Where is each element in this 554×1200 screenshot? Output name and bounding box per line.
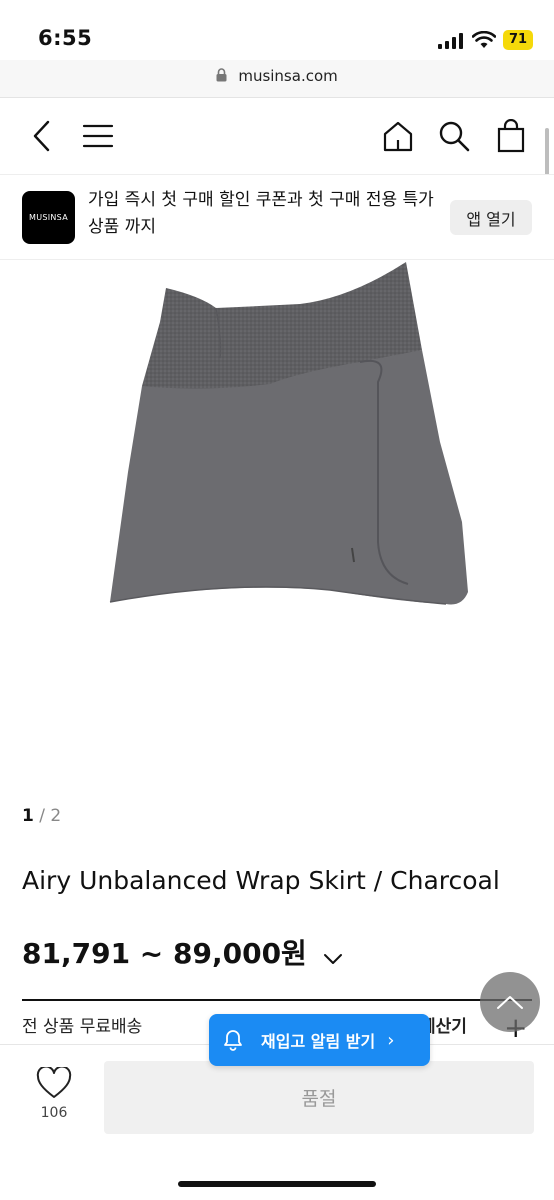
musinsa-logo: MUSINSA: [22, 191, 75, 244]
section-divider: [22, 999, 532, 1001]
status-bar: 6:55 71: [0, 0, 554, 60]
like-button[interactable]: 106: [34, 1065, 74, 1121]
bell-icon: [223, 1029, 243, 1051]
bottom-action-bar: 106 품절: [0, 1044, 554, 1200]
restock-alert-button[interactable]: 재입고 알림 받기 ›: [209, 1014, 430, 1066]
home-indicator: [178, 1181, 376, 1187]
app-install-banner: MUSINSA 가입 즉시 첫 구매 할인 쿠폰과 첫 구매 전용 특가 상품 …: [0, 174, 554, 260]
battery-indicator: 71: [503, 30, 533, 50]
product-price[interactable]: 81,791 ~ 89,000원: [22, 932, 343, 972]
site-header: [0, 98, 554, 174]
search-icon[interactable]: [436, 118, 472, 154]
open-app-button[interactable]: 앱 열기: [450, 200, 532, 235]
scroll-to-top-button[interactable]: [480, 972, 540, 1032]
chevron-down-icon[interactable]: [323, 939, 343, 972]
menu-icon[interactable]: [80, 118, 116, 154]
heart-icon: [36, 1065, 72, 1098]
browser-url-bar[interactable]: musinsa.com: [0, 60, 554, 98]
pager-current: 1: [22, 806, 34, 826]
chevron-right-icon: ›: [387, 1029, 395, 1051]
free-shipping-label: 전 상품 무료배송: [22, 1017, 143, 1037]
lock-icon: [216, 67, 227, 86]
pager-separator: /: [39, 806, 45, 826]
pager-total: 2: [50, 806, 62, 826]
restock-label: 재입고 알림 받기: [261, 1032, 376, 1051]
sold-out-button[interactable]: 품절: [104, 1061, 534, 1134]
home-icon[interactable]: [380, 118, 416, 154]
product-image[interactable]: [0, 262, 554, 782]
back-icon[interactable]: [24, 118, 60, 154]
status-time: 6:55: [38, 26, 93, 50]
cellular-signal-icon: [438, 33, 464, 53]
url-text: musinsa.com: [238, 67, 338, 85]
product-title: Airy Unbalanced Wrap Skirt / Charcoal: [22, 866, 500, 895]
price-text: 81,791 ~ 89,000원: [22, 937, 307, 970]
shopping-bag-icon[interactable]: [493, 118, 529, 154]
image-pager: 1 / 2: [22, 806, 61, 826]
like-count: 106: [40, 1105, 68, 1121]
wifi-icon: [471, 30, 497, 53]
chevron-up-icon: [497, 996, 523, 1009]
banner-message: 가입 즉시 첫 구매 할인 쿠폰과 첫 구매 전용 특가 상품 까지: [88, 190, 434, 237]
